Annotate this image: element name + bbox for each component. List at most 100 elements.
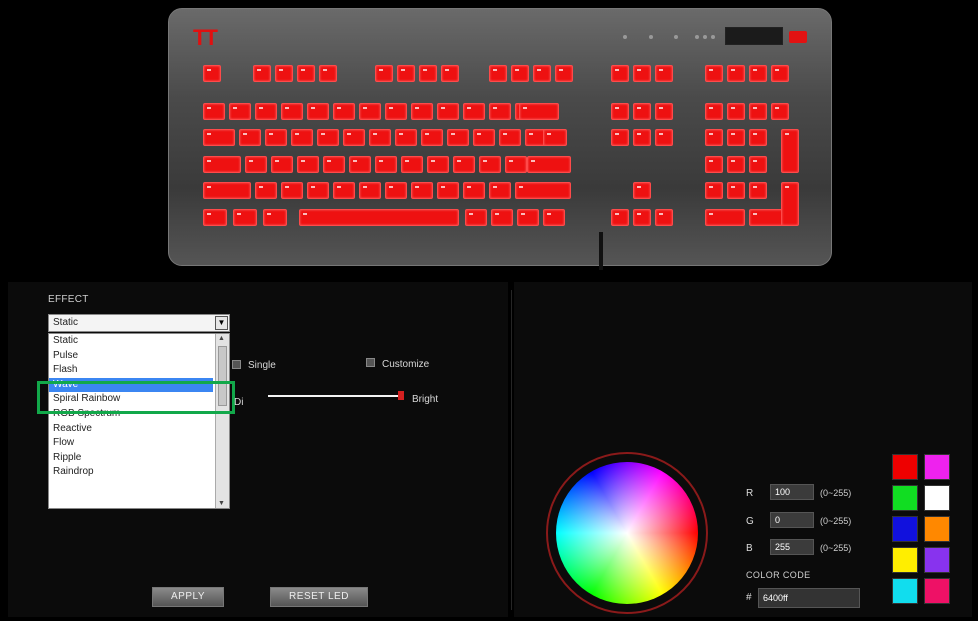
reset-led-button[interactable]: RESET LED [270, 587, 368, 607]
keyboard-key[interactable] [611, 209, 629, 226]
keyboard-key[interactable] [203, 156, 241, 173]
keyboard-key[interactable] [239, 129, 261, 146]
keyboard-key[interactable] [705, 103, 723, 120]
single-checkbox[interactable] [232, 360, 241, 369]
keyboard-key[interactable] [749, 129, 767, 146]
keyboard-key[interactable] [527, 156, 571, 173]
keyboard-key[interactable] [411, 182, 433, 199]
keyboard-key[interactable] [375, 156, 397, 173]
keyboard-key[interactable] [297, 65, 315, 82]
keyboard-key[interactable] [771, 103, 789, 120]
keyboard-key[interactable] [533, 65, 551, 82]
keyboard-key[interactable] [705, 65, 723, 82]
keyboard-key[interactable] [727, 65, 745, 82]
g-input[interactable]: 0 [770, 512, 814, 528]
keyboard-key[interactable] [333, 182, 355, 199]
keyboard-key[interactable] [401, 156, 423, 173]
keyboard-key[interactable] [633, 182, 651, 199]
keyboard-key[interactable] [479, 156, 501, 173]
color-swatch[interactable] [924, 578, 950, 604]
effect-option-ripple[interactable]: Ripple [49, 451, 213, 466]
keyboard-key[interactable] [473, 129, 495, 146]
keyboard-key[interactable] [517, 209, 539, 226]
effect-dropdown-list[interactable]: Static Pulse Flash Wave Spiral Rainbow R… [48, 333, 230, 509]
keyboard-key[interactable] [611, 65, 629, 82]
keyboard-key[interactable] [233, 209, 257, 226]
chevron-down-icon[interactable]: ▼ [215, 316, 228, 330]
keyboard-key[interactable] [229, 103, 251, 120]
keyboard-key[interactable] [281, 182, 303, 199]
keyboard-key[interactable] [453, 156, 475, 173]
keyboard-key[interactable] [727, 156, 745, 173]
keyboard-key[interactable] [437, 103, 459, 120]
keyboard-key[interactable] [727, 182, 745, 199]
keyboard-key[interactable] [655, 209, 673, 226]
effect-option-raindrop[interactable]: Raindrop [49, 465, 213, 480]
keyboard-key[interactable] [299, 209, 459, 226]
color-swatch[interactable] [892, 516, 918, 542]
keyboard-key[interactable] [771, 65, 789, 82]
keyboard-key[interactable] [505, 156, 527, 173]
keyboard-key[interactable] [489, 65, 507, 82]
keyboard-key[interactable] [749, 65, 767, 82]
color-swatch[interactable] [924, 454, 950, 480]
keyboard-key[interactable] [385, 182, 407, 199]
keyboard-key[interactable] [491, 209, 513, 226]
keyboard-key[interactable] [655, 103, 673, 120]
keyboard-key[interactable] [427, 156, 449, 173]
keyboard-key[interactable] [359, 103, 381, 120]
keyboard-key[interactable] [411, 103, 433, 120]
keyboard-key[interactable] [421, 129, 443, 146]
brightness-slider-handle[interactable] [398, 391, 404, 400]
color-swatch[interactable] [892, 547, 918, 573]
keyboard-key[interactable] [465, 209, 487, 226]
keyboard-key[interactable] [265, 129, 287, 146]
keyboard-key[interactable] [319, 65, 337, 82]
keyboard-key[interactable] [511, 65, 529, 82]
keyboard-key[interactable] [307, 103, 329, 120]
keyboard-key[interactable] [203, 103, 225, 120]
keyboard-key[interactable] [749, 182, 767, 199]
keyboard-key[interactable] [271, 156, 293, 173]
keyboard-key[interactable] [705, 129, 723, 146]
effect-dropdown[interactable]: Static ▼ [48, 314, 230, 332]
keyboard-key[interactable] [781, 182, 799, 226]
keyboard-key[interactable] [489, 182, 511, 199]
keyboard-key[interactable] [297, 156, 319, 173]
color-code-input[interactable]: 6400ff [758, 588, 860, 608]
keyboard-key[interactable] [463, 103, 485, 120]
keyboard-key[interactable] [633, 65, 651, 82]
keyboard-key[interactable] [519, 103, 559, 120]
keyboard-key[interactable] [543, 129, 567, 146]
keyboard-key[interactable] [749, 103, 767, 120]
keyboard-key[interactable] [385, 103, 407, 120]
keyboard-key[interactable] [655, 129, 673, 146]
keyboard-key[interactable] [633, 129, 651, 146]
keyboard-key[interactable] [705, 156, 723, 173]
keyboard-key[interactable] [437, 182, 459, 199]
b-input[interactable]: 255 [770, 539, 814, 555]
keyboard-key[interactable] [333, 103, 355, 120]
effect-option-reactive[interactable]: Reactive [49, 422, 213, 437]
keyboard-key[interactable] [245, 156, 267, 173]
color-swatch[interactable] [892, 485, 918, 511]
keyboard-key[interactable] [727, 103, 745, 120]
keyboard-key[interactable] [611, 129, 629, 146]
keyboard-key[interactable] [343, 129, 365, 146]
keyboard-key[interactable] [555, 65, 573, 82]
keyboard-key[interactable] [255, 103, 277, 120]
keyboard-key[interactable] [489, 103, 511, 120]
keyboard-key[interactable] [655, 65, 673, 82]
keyboard-key[interactable] [281, 103, 303, 120]
keyboard-key[interactable] [463, 182, 485, 199]
keyboard-key[interactable] [499, 129, 521, 146]
apply-button[interactable]: APPLY [152, 587, 224, 607]
keyboard-key[interactable] [323, 156, 345, 173]
keyboard-key[interactable] [359, 182, 381, 199]
list-scrollbar[interactable]: ▲ ▼ [215, 334, 229, 508]
keyboard-key[interactable] [203, 209, 227, 226]
keyboard-key[interactable] [611, 103, 629, 120]
keyboard-key[interactable] [447, 129, 469, 146]
effect-option-flash[interactable]: Flash [49, 363, 213, 378]
keyboard-key[interactable] [441, 65, 459, 82]
